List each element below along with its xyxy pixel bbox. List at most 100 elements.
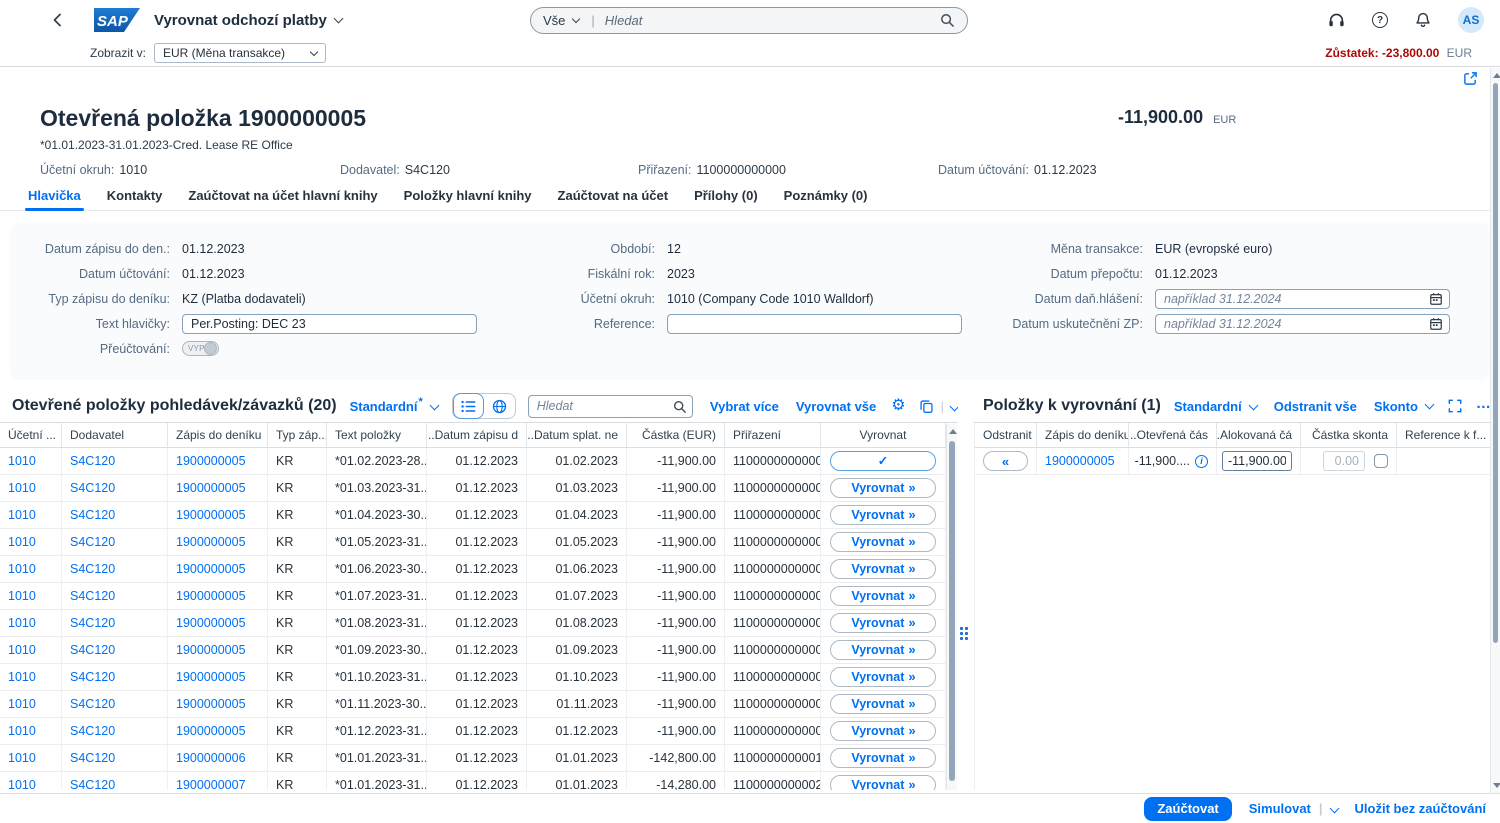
company-code-link[interactable]: 1010: [8, 665, 36, 690]
field-input-text-hlavicky[interactable]: [182, 314, 477, 334]
toggle-preuctovani[interactable]: VYP: [182, 341, 219, 356]
journal-entry-link[interactable]: 1900000005: [176, 692, 246, 717]
settings-gear-icon[interactable]: ⚙: [891, 398, 905, 414]
journal-entry-link[interactable]: 1900000005: [176, 665, 246, 690]
field-input-datum-uskutecneni-zp[interactable]: [1155, 314, 1450, 334]
scrollbar-thumb[interactable]: [1493, 83, 1498, 643]
search-icon[interactable]: [940, 13, 955, 28]
company-code-link[interactable]: 1010: [8, 692, 36, 717]
company-code-link[interactable]: 1010: [8, 449, 36, 474]
journal-entry-link[interactable]: 1900000005: [176, 449, 246, 474]
vendor-link[interactable]: S4C120: [70, 638, 115, 663]
discount-checkbox[interactable]: [1374, 454, 1388, 468]
company-code-link[interactable]: 1010: [8, 557, 36, 582]
support-headset-icon[interactable]: [1328, 12, 1345, 28]
clear-item-button[interactable]: Vyrovnat»: [830, 559, 936, 579]
overflow-menu-button[interactable]: …: [1476, 395, 1490, 412]
company-code-link[interactable]: 1010: [8, 584, 36, 609]
journal-entry-link[interactable]: 1900000005: [176, 476, 246, 501]
simulate-menu-chevron-icon[interactable]: [1329, 804, 1339, 814]
page-scrollbar[interactable]: [1490, 68, 1500, 793]
field-input-datum-dan-hlaseni[interactable]: [1155, 289, 1450, 309]
notifications-bell-icon[interactable]: [1415, 12, 1431, 28]
open-items-search[interactable]: [528, 395, 693, 418]
scroll-up-arrow[interactable]: [1493, 73, 1500, 78]
select-more-button[interactable]: Vybrat více: [710, 399, 779, 414]
vendor-link[interactable]: S4C120: [70, 773, 115, 791]
tab-polozky-hlavni-knihy[interactable]: Položky hlavní knihy: [404, 183, 532, 210]
post-button[interactable]: Zaúčtovat: [1144, 797, 1231, 821]
remove-item-button[interactable]: «: [983, 451, 1028, 471]
vendor-link[interactable]: S4C120: [70, 665, 115, 690]
company-code-link[interactable]: 1010: [8, 476, 36, 501]
save-without-posting-button[interactable]: Uložit bez zaúčtování: [1355, 801, 1486, 816]
company-code-link[interactable]: 1010: [8, 503, 36, 528]
allocated-amount-input[interactable]: [1222, 451, 1292, 471]
search-icon[interactable]: [673, 400, 687, 414]
user-avatar[interactable]: AS: [1458, 7, 1484, 33]
clear-item-button[interactable]: Vyrovnat»: [830, 775, 936, 790]
info-icon[interactable]: i: [1195, 455, 1208, 468]
clear-item-button[interactable]: Vyrovnat»: [830, 586, 936, 606]
journal-entry-link[interactable]: 1900000005: [1045, 449, 1115, 474]
currency-view-button[interactable]: [484, 393, 515, 419]
simulate-button[interactable]: Simulovat: [1249, 801, 1311, 816]
open-items-search-input[interactable]: [528, 395, 693, 418]
remove-all-button[interactable]: Odstranit vše: [1274, 399, 1357, 414]
vendor-link[interactable]: S4C120: [70, 719, 115, 744]
company-code-link[interactable]: 1010: [8, 530, 36, 555]
journal-entry-link[interactable]: 1900000005: [176, 530, 246, 555]
clear-selected-button[interactable]: ✓: [830, 451, 936, 471]
company-code-link[interactable]: 1010: [8, 773, 36, 791]
clear-item-button[interactable]: Vyrovnat»: [830, 640, 936, 660]
list-view-button[interactable]: [453, 393, 484, 419]
help-icon[interactable]: ?: [1372, 12, 1388, 28]
journal-entry-link[interactable]: 1900000005: [176, 611, 246, 636]
field-input-reference[interactable]: [667, 314, 962, 334]
vendor-link[interactable]: S4C120: [70, 530, 115, 555]
tab-zauctovat-na-ucet[interactable]: Zaúčtovat na účet: [558, 183, 669, 210]
tab-prilohy[interactable]: Přílohy (0): [694, 183, 758, 210]
clear-item-button[interactable]: Vyrovnat»: [830, 721, 936, 741]
splitter-drag-grip[interactable]: [960, 627, 968, 640]
tab-zauctovat-na-ucet-hlavni-knihy[interactable]: Zaúčtovat na účet hlavní knihy: [188, 183, 377, 210]
scroll-up-arrow[interactable]: [949, 429, 957, 434]
journal-entry-link[interactable]: 1900000005: [176, 584, 246, 609]
company-code-link[interactable]: 1010: [8, 746, 36, 771]
open-items-view-select[interactable]: Standardní *: [350, 399, 438, 414]
clear-item-button[interactable]: Vyrovnat»: [830, 478, 936, 498]
app-title-menu[interactable]: Vyrovnat odchozí platby: [154, 12, 342, 29]
vendor-link[interactable]: S4C120: [70, 449, 115, 474]
tab-poznamky[interactable]: Poznámky (0): [784, 183, 868, 210]
scrollbar-thumb[interactable]: [949, 441, 955, 781]
vendor-link[interactable]: S4C120: [70, 746, 115, 771]
journal-entry-link[interactable]: 1900000005: [176, 557, 246, 582]
vendor-link[interactable]: S4C120: [70, 584, 115, 609]
scroll-down-arrow[interactable]: [1493, 783, 1500, 788]
clear-item-button[interactable]: Vyrovnat»: [830, 505, 936, 525]
clearing-items-view-select[interactable]: Standardní: [1174, 399, 1257, 414]
journal-entry-link[interactable]: 1900000005: [176, 503, 246, 528]
company-code-link[interactable]: 1010: [8, 719, 36, 744]
clear-item-button[interactable]: Vyrovnat»: [830, 613, 936, 633]
clear-all-button[interactable]: Vyrovnat vše: [796, 399, 876, 414]
open-items-scrollbar[interactable]: [946, 424, 957, 790]
vendor-link[interactable]: S4C120: [70, 503, 115, 528]
back-button[interactable]: [44, 7, 70, 33]
shell-search[interactable]: Vše |: [530, 7, 968, 34]
global-search-input[interactable]: [605, 13, 940, 28]
clear-item-button[interactable]: Vyrovnat»: [830, 532, 936, 552]
export-menu-chevron-icon[interactable]: [950, 401, 958, 411]
discount-menu-button[interactable]: Skonto: [1374, 399, 1433, 414]
vendor-link[interactable]: S4C120: [70, 692, 115, 717]
tab-hlavicka[interactable]: Hlavička: [28, 183, 81, 210]
export-button[interactable]: [919, 399, 934, 414]
journal-entry-link[interactable]: 1900000006: [176, 746, 246, 771]
vendor-link[interactable]: S4C120: [70, 557, 115, 582]
calendar-icon[interactable]: [1429, 317, 1443, 331]
clear-item-button[interactable]: Vyrovnat»: [830, 694, 936, 714]
vendor-link[interactable]: S4C120: [70, 476, 115, 501]
tab-kontakty[interactable]: Kontakty: [107, 183, 163, 210]
calendar-icon[interactable]: [1429, 292, 1443, 306]
vendor-link[interactable]: S4C120: [70, 611, 115, 636]
